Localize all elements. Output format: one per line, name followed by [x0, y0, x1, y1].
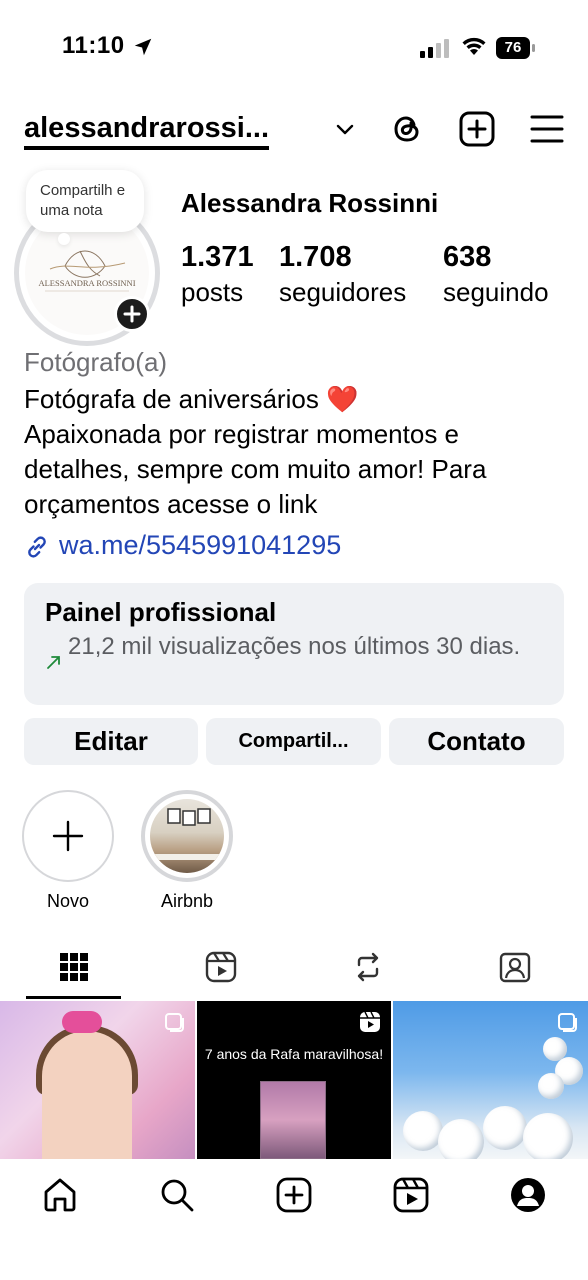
tab-reels[interactable] — [147, 940, 294, 998]
reel-photo — [260, 1081, 326, 1159]
balloon — [403, 1111, 443, 1151]
profile-header: alessandrarossi... — [0, 100, 588, 160]
profile-bio: Fotógrafa de aniversários ❤️ Apaixonada … — [24, 382, 569, 522]
reel-icon — [360, 1011, 380, 1032]
profile-category: Fotógrafo(a) — [24, 347, 168, 377]
post-thumbnail[interactable] — [393, 1001, 588, 1159]
search-icon[interactable] — [158, 1176, 196, 1214]
posts-grid: 7 anos da Rafa maravilhosa! — [0, 1001, 588, 1159]
carousel-icon — [558, 1013, 577, 1032]
bottom-navigation — [0, 1159, 588, 1280]
grid-icon — [60, 953, 88, 981]
trend-up-arrow-icon — [47, 656, 60, 669]
home-icon[interactable] — [41, 1176, 79, 1214]
tab-reposts[interactable] — [294, 940, 441, 998]
following-stat[interactable]: 638 seguindo — [443, 240, 549, 310]
balloon — [538, 1073, 564, 1099]
create-icon[interactable] — [275, 1176, 313, 1214]
reels-icon[interactable] — [392, 1176, 430, 1214]
threads-icon[interactable] — [388, 110, 426, 148]
status-bar: 11:10 76 — [0, 0, 588, 96]
profile-link-text[interactable]: wa.me/5545991041295 — [59, 530, 341, 561]
battery-icon: 76 — [496, 37, 536, 59]
following-count: 638 — [443, 241, 492, 273]
balloon — [523, 1113, 573, 1159]
post-thumbnail[interactable]: 7 anos da Rafa maravilhosa! — [197, 1001, 391, 1159]
plus-icon — [52, 820, 84, 852]
dashboard-subtitle: 21,2 mil visualizações nos últimos 30 di… — [68, 633, 521, 660]
posts-stat[interactable]: 1.371 posts — [181, 240, 254, 310]
location-arrow-icon — [134, 38, 152, 56]
bio-rest: Apaixonada por registrar momentos e deta… — [24, 419, 487, 519]
tagged-icon — [499, 952, 531, 983]
tab-tagged[interactable] — [441, 940, 588, 998]
create-icon[interactable] — [458, 110, 496, 148]
battery-level: 76 — [504, 39, 522, 56]
reel-caption: 7 anos da Rafa maravilhosa! — [204, 1046, 384, 1062]
profile-icon[interactable] — [509, 1176, 547, 1214]
edit-profile-button[interactable]: Editar — [24, 718, 198, 765]
contact-button[interactable]: Contato — [389, 718, 564, 765]
dashboard-title: Painel profissional — [45, 597, 277, 627]
profile-tabs — [0, 940, 588, 1000]
repost-icon — [357, 952, 379, 982]
wifi-icon — [462, 37, 486, 55]
bio-line1: Fotógrafa de aniversários — [24, 384, 319, 414]
highlight-new[interactable]: Novo — [20, 790, 116, 912]
highlight-airbnb[interactable]: Airbnb — [139, 790, 235, 912]
active-tab-indicator — [26, 996, 121, 999]
chevron-down-icon[interactable] — [334, 118, 356, 140]
balloon — [438, 1119, 484, 1159]
note-bubble-tail — [58, 233, 70, 245]
followers-count: 1.708 — [279, 241, 352, 273]
post-image-face — [42, 1031, 132, 1159]
professional-dashboard[interactable]: Painel profissional 21,2 mil visualizaçõ… — [24, 583, 564, 705]
username-switcher[interactable]: alessandrarossi... — [24, 112, 270, 150]
share-profile-button[interactable]: Compartil... — [206, 718, 381, 765]
highlight-airbnb-circle — [141, 790, 233, 882]
tab-grid[interactable] — [0, 940, 147, 998]
followers-stat[interactable]: 1.708 seguidores — [279, 240, 406, 310]
post-thumbnail[interactable] — [0, 1001, 195, 1159]
link-icon — [28, 536, 46, 558]
add-story-button[interactable] — [114, 296, 150, 332]
highlight-label: Airbnb — [160, 891, 214, 911]
following-label: seguindo — [443, 277, 549, 307]
carousel-icon — [165, 1013, 184, 1032]
balloon — [483, 1106, 527, 1150]
highlight-new-circle — [22, 790, 114, 882]
posts-count: 1.371 — [181, 241, 254, 273]
highlight-cover-image — [150, 799, 224, 873]
cellular-signal-icon — [420, 39, 449, 58]
note-bubble[interactable]: Compartilh e uma nota — [26, 170, 144, 232]
avatar-logo-text: ALESSANDRA ROSSINNI — [38, 278, 135, 288]
display-name: Alessandra Rossinni — [181, 188, 439, 218]
heart-emoji: ❤️ — [326, 384, 359, 414]
highlight-label: Novo — [46, 891, 90, 911]
reels-icon — [205, 951, 237, 983]
posts-label: posts — [181, 277, 244, 307]
menu-icon[interactable] — [528, 112, 566, 146]
status-time: 11:10 — [62, 32, 125, 59]
post-image-bow — [62, 1011, 102, 1033]
followers-label: seguidores — [279, 277, 407, 307]
plus-icon — [123, 305, 141, 323]
